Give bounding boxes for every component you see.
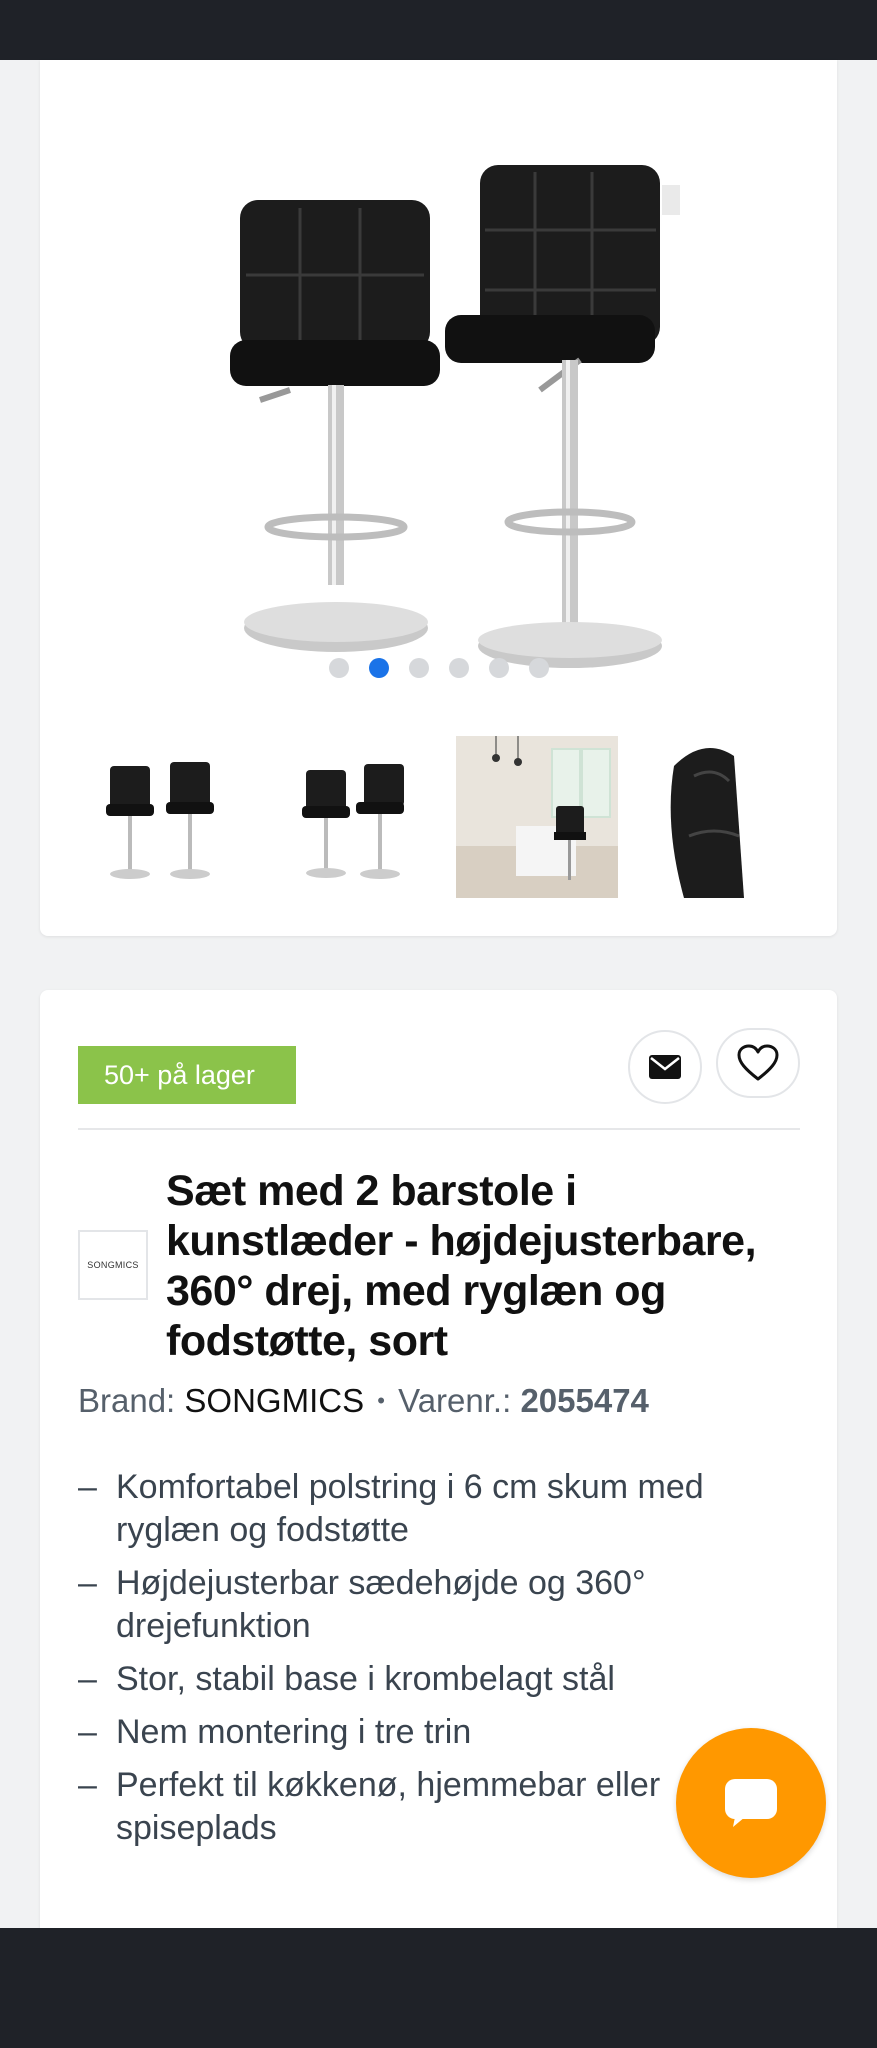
feature-text: Perfekt til køkkenø, hjemmebar eller spi… bbox=[116, 1766, 661, 1847]
bullet: – bbox=[78, 1660, 97, 1698]
thumbnail-barstools-alt[interactable] bbox=[268, 736, 430, 898]
gallery-pagination bbox=[40, 658, 837, 678]
meta-separator: • bbox=[377, 1388, 385, 1413]
chat-bubble-icon bbox=[725, 1779, 777, 1827]
bullet: – bbox=[78, 1564, 97, 1602]
envelope-icon bbox=[649, 1055, 681, 1079]
feature-text: Højdejusterbar sædehøjde og 360° drejefu… bbox=[116, 1564, 646, 1645]
share-email-button[interactable] bbox=[628, 1030, 702, 1104]
feature-text: Stor, stabil base i krombelagt stål bbox=[116, 1660, 615, 1698]
bullet: – bbox=[78, 1766, 97, 1804]
product-title: Sæt med 2 barstole i kunstlæder - højdej… bbox=[166, 1167, 757, 1365]
product-meta: Brand: SONGMICS • Varenr.: 2055474 bbox=[78, 1382, 649, 1420]
thumbnail-barstools-front[interactable] bbox=[80, 736, 242, 898]
list-item: – Højdejusterbar sædehøjde og 360° drejef… bbox=[78, 1562, 798, 1648]
brand-logo-text: SONGMICS bbox=[87, 1260, 139, 1270]
chat-button[interactable] bbox=[676, 1728, 826, 1878]
feature-text: Nem montering i tre trin bbox=[116, 1713, 472, 1751]
wishlist-button[interactable] bbox=[716, 1028, 800, 1098]
thumbnail-seat-detail[interactable] bbox=[644, 736, 806, 898]
gallery-dot[interactable] bbox=[408, 658, 429, 678]
gallery-dot[interactable] bbox=[328, 658, 349, 678]
brand-link[interactable]: SONGMICS bbox=[184, 1382, 364, 1419]
feature-text: Komfortabel polstring i 6 cm skum med ry… bbox=[116, 1468, 704, 1549]
brand-logo[interactable]: SONGMICS bbox=[78, 1230, 148, 1300]
top-app-bar bbox=[0, 0, 877, 60]
divider bbox=[78, 1128, 800, 1130]
list-item: – Stor, stabil base i krombelagt stål bbox=[78, 1658, 798, 1701]
sku-value: 2055474 bbox=[520, 1382, 649, 1419]
thumbnail-kitchen-scene[interactable] bbox=[456, 736, 618, 898]
list-item: – Komfortabel polstring i 6 cm skum med r… bbox=[78, 1466, 798, 1552]
sku-label: Varenr.: bbox=[398, 1382, 512, 1419]
bottom-bar bbox=[0, 1928, 877, 2048]
gallery-dot[interactable] bbox=[528, 658, 549, 678]
brand-label: Brand: bbox=[78, 1382, 176, 1419]
list-item: – Nem montering i tre trin bbox=[78, 1711, 798, 1754]
product-gallery-card bbox=[40, 60, 837, 936]
thumbnail-strip[interactable] bbox=[80, 736, 840, 898]
stock-badge: 50+ på lager bbox=[78, 1046, 296, 1104]
main-product-image[interactable] bbox=[180, 90, 700, 670]
bullet: – bbox=[78, 1713, 97, 1751]
heart-icon bbox=[737, 1044, 779, 1081]
gallery-dot[interactable] bbox=[488, 658, 509, 678]
bullet: – bbox=[78, 1468, 97, 1506]
gallery-dot[interactable] bbox=[368, 658, 389, 678]
gallery-dot[interactable] bbox=[448, 658, 469, 678]
